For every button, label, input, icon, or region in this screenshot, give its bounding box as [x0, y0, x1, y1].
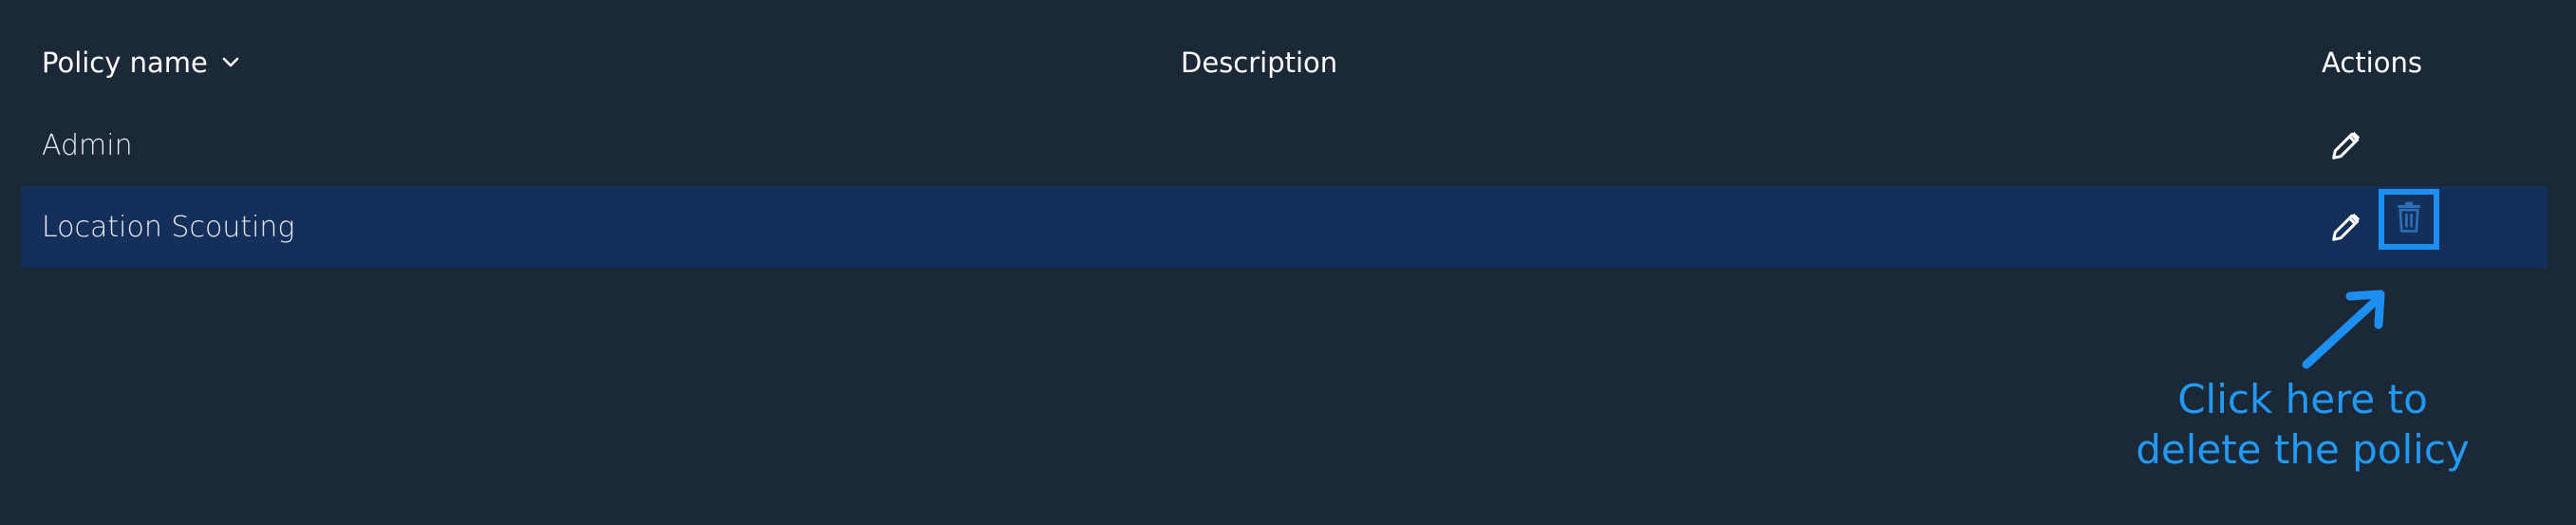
policies-table: Policy name Description Actions Admin Lo…: [21, 21, 2548, 268]
policy-name-cell: Location Scouting: [42, 186, 294, 268]
table-row[interactable]: Admin: [21, 104, 2548, 186]
actions-column-header: Actions: [2322, 47, 2422, 79]
policy-name-header-label: Policy name: [42, 47, 208, 79]
description-column-header: Description: [1181, 47, 1338, 79]
pencil-icon[interactable]: [2325, 124, 2367, 166]
delete-policy-button[interactable]: [2379, 189, 2439, 250]
policy-name: Location Scouting: [42, 210, 295, 244]
trash-icon: [2394, 201, 2424, 237]
callout-line-1: Click here to: [2177, 376, 2428, 422]
chevron-down-icon[interactable]: [221, 56, 240, 69]
policy-name-column-header[interactable]: Policy name: [42, 21, 240, 104]
policy-actions-cell: [2322, 186, 2367, 268]
delete-instruction-callout: Click here to delete the policy: [2113, 374, 2492, 475]
table-row[interactable]: Location Scouting: [21, 186, 2548, 268]
pencil-icon[interactable]: [2325, 206, 2367, 248]
policy-name-cell: Admin: [42, 104, 133, 186]
callout-line-2: delete the policy: [2136, 426, 2470, 473]
table-header-row: Policy name Description Actions: [21, 21, 2548, 104]
policy-name: Admin: [42, 128, 133, 162]
arrow-up-right-icon: [2302, 290, 2385, 369]
policy-actions-cell: [2322, 104, 2367, 186]
